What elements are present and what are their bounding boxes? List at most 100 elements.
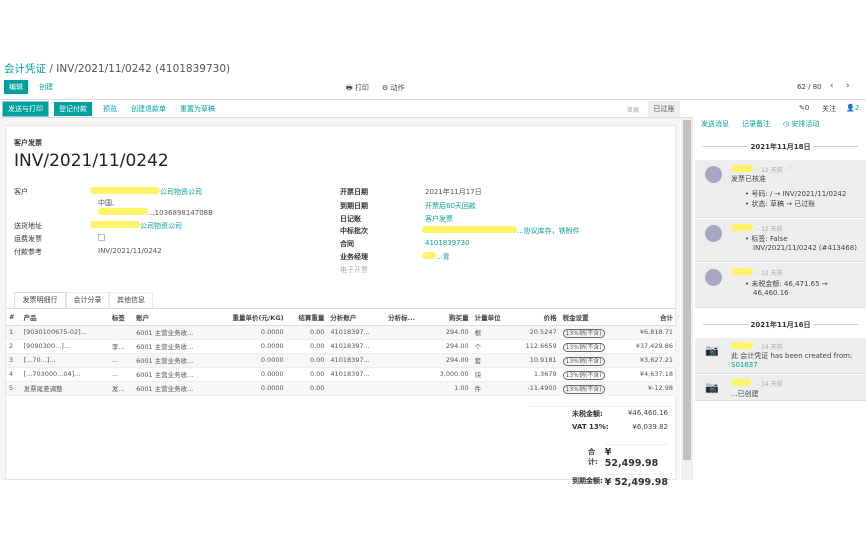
- table-row[interactable]: 2 [9090300...]... 李... 6001 主营业务收... 0.0000 0…: [6, 339, 676, 354]
- column-header[interactable]: 账户: [133, 309, 214, 326]
- table-cell: [9090300...]...: [20, 339, 109, 354]
- manager-label: 业务经理: [340, 253, 368, 261]
- create-button[interactable]: 创建: [34, 80, 58, 94]
- due-date-label: 到期日期: [340, 202, 368, 210]
- delivery-label: 送货地址: [14, 222, 42, 230]
- payment-ref-value: INV/2021/11/0242: [98, 247, 162, 255]
- invoice-date-label: 开票日期: [340, 188, 368, 196]
- table-cell: [385, 353, 428, 368]
- tracking-item: 号码: / → INV/2021/11/0242: [751, 190, 847, 198]
- action-label: 动作: [390, 84, 405, 92]
- column-header[interactable]: 税金设置: [559, 309, 621, 326]
- table-cell: 13%销(不含): [559, 367, 621, 382]
- table-cell: 294.00: [427, 353, 472, 368]
- pager: 62 / 80: [797, 83, 822, 91]
- table-cell: 5: [6, 381, 21, 396]
- table-cell: -11.4900: [512, 381, 560, 396]
- table-cell: 20.5247: [512, 325, 560, 340]
- table-cell: 1: [6, 325, 21, 340]
- followers[interactable]: 👤2: [846, 104, 859, 112]
- table-cell: 发...: [108, 381, 134, 396]
- manager-value[interactable]: ...青: [422, 252, 450, 262]
- table-cell: ¥4,637.18: [620, 367, 676, 382]
- preview-button[interactable]: 预览: [98, 102, 122, 116]
- source-link[interactable]: S01637: [731, 361, 758, 369]
- breadcrumb: 会计凭证 / INV/2021/11/0242 (4101839730): [4, 63, 231, 75]
- table-row[interactable]: 3 [...70...]...... 6001 主营业务收... 0.0000 0.00…: [6, 353, 676, 368]
- register-payment-button[interactable]: 登记付款: [54, 102, 92, 116]
- total-value: ¥ 52,499.98: [604, 444, 668, 469]
- column-header[interactable]: #: [6, 309, 21, 326]
- table-cell: [385, 339, 428, 354]
- table-row[interactable]: 1 [9030100675-02]... 6001 主营业务收... 0.0000 0.…: [6, 325, 676, 340]
- untaxed-label: 未税金额:: [572, 410, 603, 418]
- schedule-activity-button[interactable]: ◷ 安排活动: [783, 119, 819, 129]
- column-header[interactable]: 分析标...: [385, 309, 428, 326]
- payment-ref-label: 付款参考: [14, 248, 42, 256]
- edit-button[interactable]: 编辑: [4, 80, 28, 94]
- total-label: 合计:: [588, 447, 598, 466]
- print-button[interactable]: 🖶 打印: [346, 83, 369, 95]
- untaxed-value: ¥46,460.16: [627, 409, 668, 417]
- column-header[interactable]: 价格: [512, 309, 560, 326]
- status-draft[interactable]: 草稿: [627, 105, 639, 114]
- send-print-button[interactable]: 发送与打印: [2, 101, 49, 117]
- table-row[interactable]: 4 [...703000...04]...... 6001 主营业务收... 0.00…: [6, 367, 676, 382]
- table-cell: [385, 381, 428, 396]
- tab-other-info[interactable]: 其他信息: [109, 292, 153, 308]
- due-date-value[interactable]: 开票后60天回款: [425, 201, 476, 211]
- freight-checkbox[interactable]: [98, 234, 105, 241]
- column-header[interactable]: 产品: [20, 309, 109, 326]
- credit-note-button[interactable]: 创建退款单: [126, 102, 171, 116]
- table-row[interactable]: 5 发票尾差调整 发... 6001 主营业务收... 0.0000 0.00 1.00 件 -…: [6, 381, 676, 396]
- table-cell: [9030100675-02]...: [20, 325, 109, 340]
- invoice-lines-table: # 产品 标签 账户 重量单价(元/KG) 结算重量 分析账户 分析标... 购买量 计量单位 价格…: [6, 308, 676, 396]
- column-header[interactable]: 购买量: [427, 309, 472, 326]
- table-cell: 6001 主营业务收...: [133, 353, 214, 368]
- column-header[interactable]: 计量单位: [471, 309, 513, 326]
- avatar: [705, 166, 722, 183]
- action-button[interactable]: ⚙ 动作: [382, 83, 405, 93]
- invoice-type: 客户发票: [14, 139, 42, 147]
- table-cell: 4: [6, 367, 21, 382]
- column-header[interactable]: 结算重量: [286, 309, 328, 326]
- column-header[interactable]: 分析账户: [327, 309, 386, 326]
- avatar: [705, 225, 722, 242]
- customer-country: 中国,: [98, 199, 115, 207]
- scrollbar[interactable]: [681, 118, 693, 480]
- next-icon[interactable]: ›: [846, 81, 850, 91]
- message-body: 发票已核准: [731, 175, 766, 183]
- customer-value[interactable]: 公司物资公司: [90, 187, 202, 197]
- invoice-number: INV/2021/11/0242: [14, 151, 169, 171]
- table-cell: 1.3679: [512, 367, 560, 382]
- column-header[interactable]: 合计: [620, 309, 676, 326]
- table-cell: 13%销(不含): [559, 339, 621, 354]
- star-icon[interactable]: ☆: [787, 163, 793, 171]
- journal-value[interactable]: 客户发票: [425, 214, 453, 224]
- send-message-button[interactable]: 发送消息: [701, 119, 729, 129]
- reset-draft-button[interactable]: 重置为草稿: [175, 102, 220, 116]
- delivery-value[interactable]: 公司物资公司: [90, 221, 182, 231]
- column-header[interactable]: 标签: [108, 309, 134, 326]
- table-cell: ¥3,627.21: [620, 353, 676, 368]
- contract-value[interactable]: 4101839730: [425, 239, 470, 247]
- table-cell: 个: [471, 339, 513, 354]
- camera-icon: 📷: [705, 344, 719, 357]
- table-cell: 0.00: [286, 367, 328, 382]
- amount-due-label: 到期金额:: [572, 477, 603, 485]
- log-note-button[interactable]: 记录备注: [742, 119, 770, 129]
- tab-journal-items[interactable]: 会计分录: [66, 292, 109, 308]
- attachments[interactable]: ✎0: [799, 104, 809, 112]
- message-body: ...已创建: [731, 390, 759, 398]
- bid-batch-value[interactable]: ...协议库存，铁附件: [422, 226, 580, 236]
- tab-lines[interactable]: 发票明细行: [14, 292, 66, 308]
- table-cell: 件: [471, 381, 513, 396]
- prev-icon[interactable]: ‹: [830, 81, 834, 91]
- table-cell: 13%销(不含): [559, 381, 621, 396]
- column-header[interactable]: 重量单价(元/KG): [213, 309, 287, 326]
- table-cell: 1.00: [427, 381, 472, 396]
- invoice-date-value[interactable]: 2021年11月17日: [425, 187, 482, 197]
- breadcrumb-parent[interactable]: 会计凭证: [4, 63, 46, 75]
- message: 📷 - 14 天前 此 会计凭证 has been created from: …: [695, 338, 866, 374]
- follow-button[interactable]: 关注: [822, 104, 836, 114]
